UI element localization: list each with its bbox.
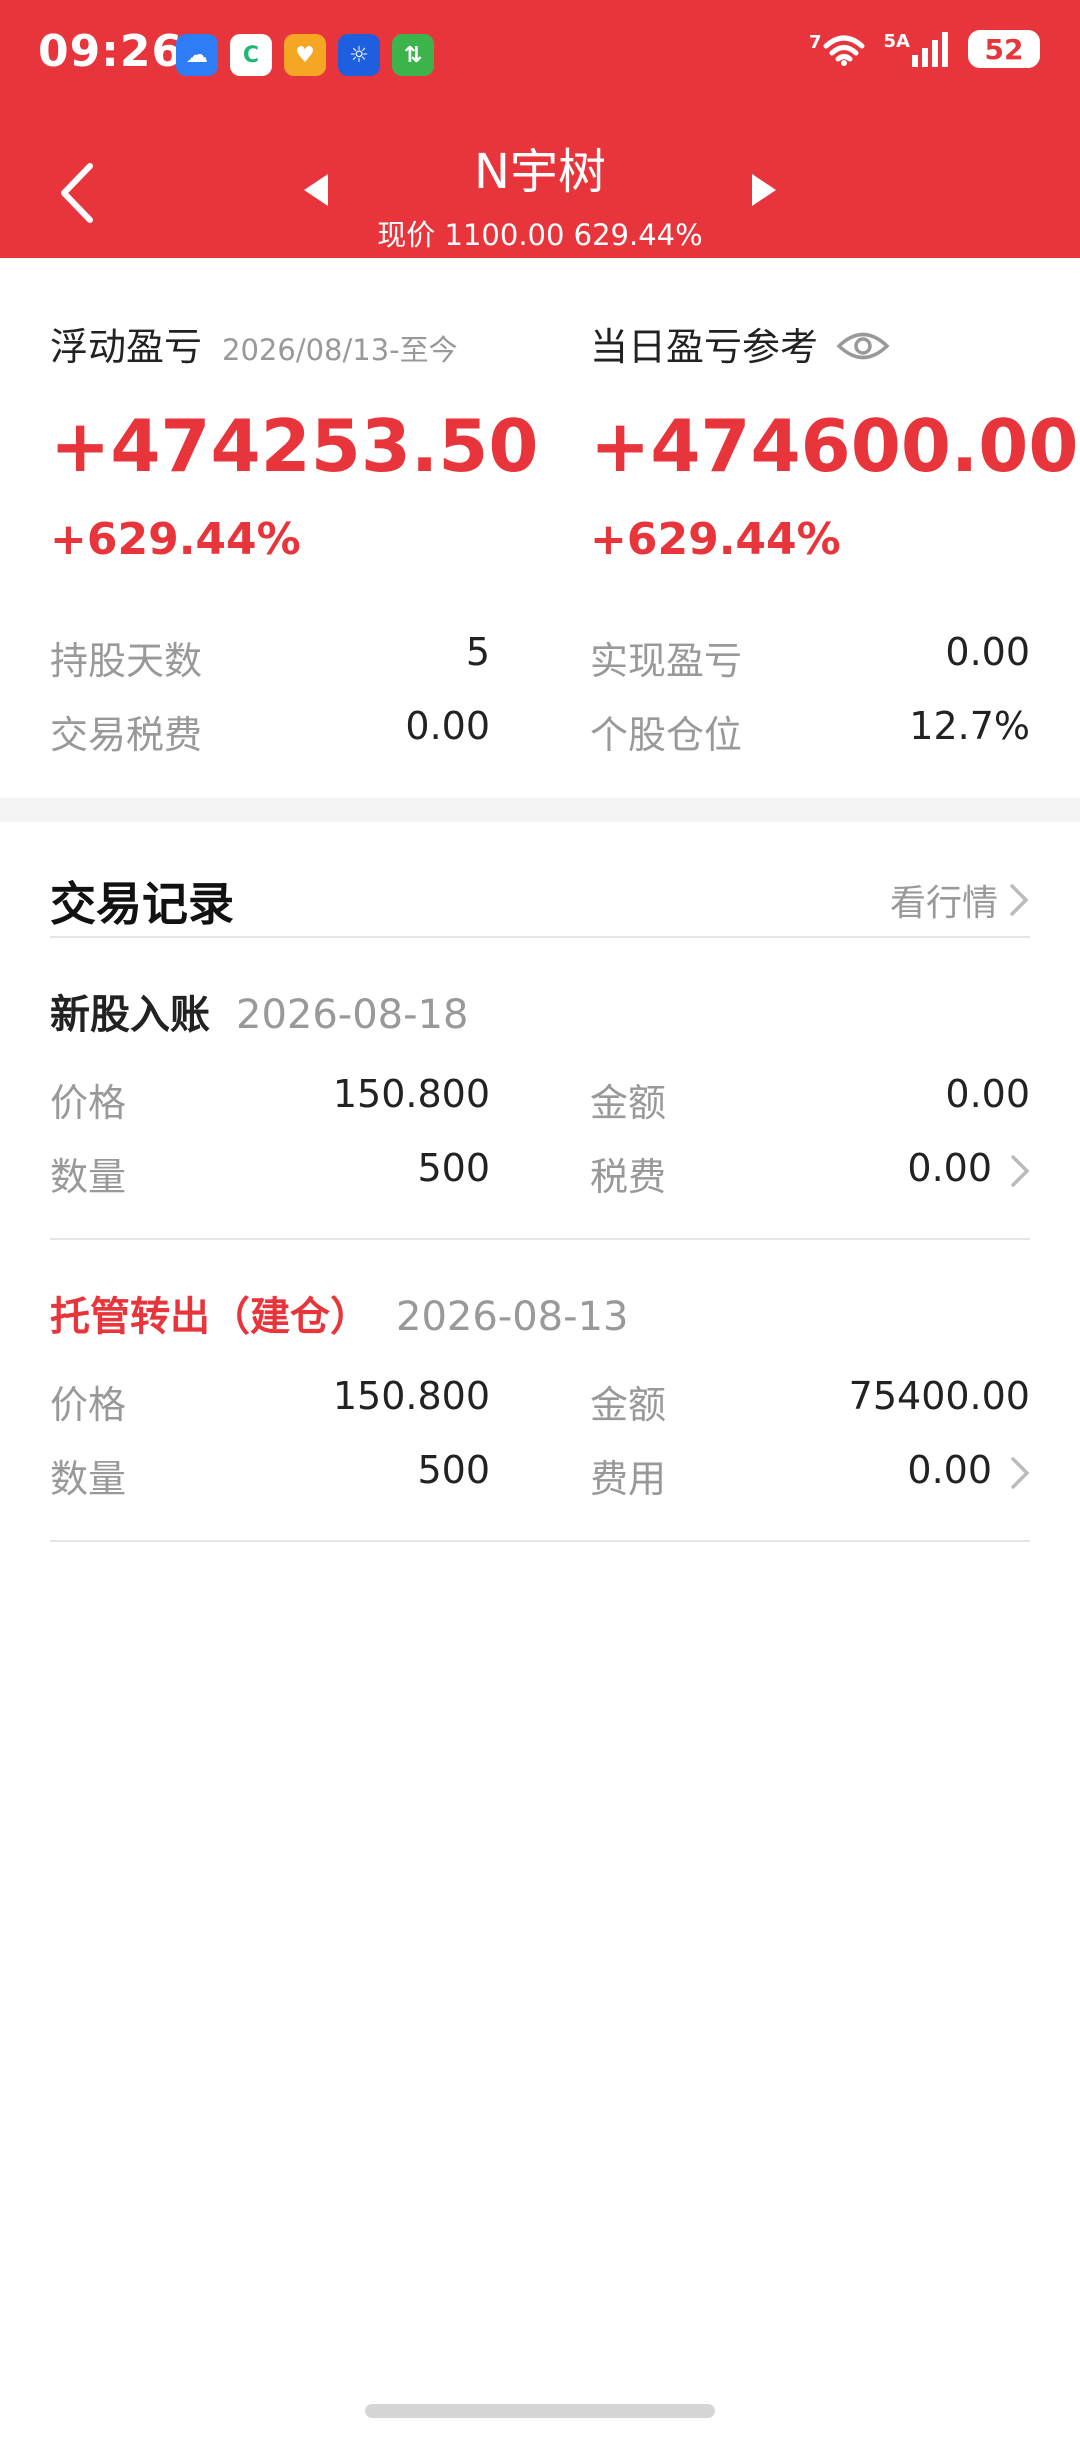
- record-1-price-label: 价格: [50, 1081, 127, 1125]
- home-indicator[interactable]: [365, 2404, 715, 2418]
- network-label: 5A: [883, 31, 910, 52]
- eye-icon[interactable]: [836, 328, 890, 372]
- status-indicators: 7 5A 52: [809, 30, 1040, 68]
- view-market-label: 看行情: [889, 883, 998, 924]
- refresh-app-icon: C: [230, 34, 272, 76]
- daily-pnl-heading: 当日盈亏参考: [590, 316, 890, 372]
- position-ratio-label: 个股仓位: [590, 713, 743, 757]
- realized-pnl-value: 0.00: [945, 630, 1030, 674]
- record-2-amount: 75400.00: [848, 1374, 1030, 1418]
- trade-records-title: 交易记录: [50, 877, 234, 931]
- record-2-qty: 500: [417, 1448, 490, 1492]
- record-1-qty-row: 数量 500: [50, 1146, 490, 1201]
- daily-pnl-value: +474600.00: [590, 404, 1079, 488]
- record-2-price: 150.800: [332, 1374, 490, 1418]
- record-1-qty-label: 数量: [50, 1155, 127, 1199]
- chevron-right-icon: [1010, 884, 1029, 916]
- record-1-heading: 新股入账 2026-08-18: [50, 982, 468, 1040]
- record-1-amount-label: 金额: [590, 1081, 667, 1125]
- triangle-right-icon: [752, 174, 776, 206]
- floating-pnl-date-range: 2026/08/13-至今: [222, 333, 458, 367]
- weather-icon: ☁: [176, 34, 218, 76]
- daily-pnl-label: 当日盈亏参考: [590, 325, 819, 369]
- wifi-label: 7: [809, 32, 822, 53]
- realized-pnl-row: 实现盈亏 0.00: [590, 630, 1030, 685]
- app-header: 09:26 ☁ C ♥ ☼ ⇅ 7 5A 52 N宇树 现价 1100.00 6…: [0, 0, 1080, 258]
- position-ratio-row: 个股仓位 12.7%: [590, 704, 1030, 759]
- record-1-price: 150.800: [332, 1072, 490, 1116]
- record-2-qty-row: 数量 500: [50, 1448, 490, 1503]
- pnl-summary: 浮动盈亏 2026/08/13-至今 +474253.50 +629.44% 持股…: [0, 258, 1080, 798]
- trade-tax-label: 交易税费: [50, 713, 203, 757]
- record-2-fee: 0.00: [907, 1448, 992, 1492]
- notification-icons: ☁ C ♥ ☼ ⇅: [176, 34, 434, 76]
- record-1-fee-label: 税费: [590, 1155, 667, 1199]
- floating-pnl-label: 浮动盈亏: [50, 325, 203, 369]
- battery-icon: 52: [968, 30, 1040, 68]
- hold-days-row: 持股天数 5: [50, 630, 490, 685]
- section-divider: [0, 798, 1080, 822]
- position-ratio-value: 12.7%: [909, 704, 1030, 748]
- record-1-amount: 0.00: [945, 1072, 1030, 1116]
- record-2-qty-label: 数量: [50, 1457, 127, 1501]
- floating-pnl-heading: 浮动盈亏 2026/08/13-至今: [50, 316, 458, 371]
- record-2-price-label: 价格: [50, 1383, 127, 1427]
- next-stock-button[interactable]: [748, 170, 780, 210]
- transfer-app-icon: ⇅: [392, 34, 434, 76]
- realized-pnl-label: 实现盈亏: [590, 639, 743, 683]
- wifi-icon: [823, 35, 865, 66]
- record-1-amount-row: 金额 0.00: [590, 1072, 1030, 1127]
- records-header-divider: [50, 936, 1030, 938]
- stock-name: N宇树: [474, 144, 606, 200]
- record-1-qty: 500: [417, 1146, 490, 1190]
- trade-tax-row: 交易税费 0.00: [50, 704, 490, 759]
- signal-icon: [912, 32, 948, 67]
- bulb-app-icon: ☼: [338, 34, 380, 76]
- record-2-fee-label: 费用: [590, 1457, 667, 1501]
- status-time: 09:26: [38, 26, 184, 77]
- record-1-type: 新股入账: [50, 992, 210, 1038]
- wifi-indicator: 7: [809, 32, 866, 66]
- record-2-fee-row[interactable]: 费用 0.00: [590, 1448, 992, 1503]
- floating-pnl-percent: +629.44%: [50, 514, 301, 565]
- daily-pnl-percent: +629.44%: [590, 514, 841, 565]
- record-1-fee: 0.00: [907, 1146, 992, 1190]
- cellular-indicator: 5A: [884, 31, 950, 67]
- view-market-link[interactable]: 看行情: [890, 874, 1030, 926]
- xiaomei-app-icon: ♥: [284, 34, 326, 76]
- record-1-date: 2026-08-18: [236, 992, 469, 1038]
- current-price-line: 现价 1100.00 629.44%: [377, 218, 703, 252]
- floating-pnl-value: +474253.50: [50, 404, 539, 488]
- record-1-price-row: 价格 150.800: [50, 1072, 490, 1127]
- record-1-fee-row[interactable]: 税费 0.00: [590, 1146, 992, 1201]
- status-bar: 09:26 ☁ C ♥ ☼ ⇅ 7 5A 52: [0, 0, 1080, 110]
- hold-days-value: 5: [465, 630, 490, 674]
- record-2-type: 托管转出（建仓）: [50, 1294, 370, 1340]
- record-2-amount-row: 金额 75400.00: [590, 1374, 1030, 1429]
- record-1-chevron-right-icon[interactable]: [1008, 1151, 1032, 1191]
- record-2-date: 2026-08-13: [396, 1294, 629, 1340]
- record-2-chevron-right-icon[interactable]: [1008, 1453, 1032, 1493]
- record-2-amount-label: 金额: [590, 1383, 667, 1427]
- hold-days-label: 持股天数: [50, 639, 203, 683]
- record-2-heading: 托管转出（建仓） 2026-08-13: [50, 1284, 628, 1342]
- record-2-price-row: 价格 150.800: [50, 1374, 490, 1429]
- trade-tax-value: 0.00: [405, 704, 490, 748]
- record-divider-1: [50, 1238, 1030, 1240]
- record-divider-2: [50, 1540, 1030, 1542]
